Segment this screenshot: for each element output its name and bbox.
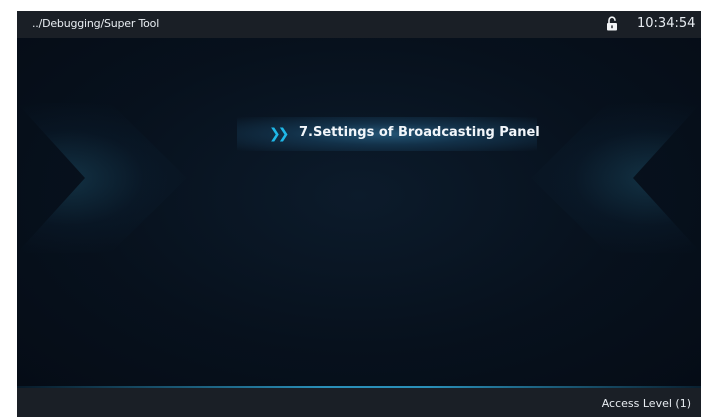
lock-icon-graphic <box>607 16 617 31</box>
right-chevron-decoration <box>531 103 701 253</box>
clock: 10:34:54 <box>637 16 696 31</box>
unlock-icon[interactable] <box>606 16 618 31</box>
menu-item-label: 7.Settings of Broadcasting Panel <box>299 125 540 140</box>
breadcrumb: ../Debugging/Super Tool <box>32 17 160 30</box>
bottom-bar: Access Level (1) <box>17 388 701 417</box>
hmi-screen: ../Debugging/Super Tool 10:34:54 ❯❯ 7.Se… <box>17 11 701 417</box>
left-chevron-decoration <box>17 103 187 253</box>
main-panel: ❯❯ 7.Settings of Broadcasting Panel <box>17 38 701 388</box>
menu-item-broadcasting-panel[interactable]: ❯❯ 7.Settings of Broadcasting Panel <box>237 117 540 151</box>
double-chevron-right-icon: ❯❯ <box>269 126 290 142</box>
top-bar: ../Debugging/Super Tool 10:34:54 <box>17 11 701 38</box>
access-level-indicator[interactable]: Access Level (1) <box>602 397 691 410</box>
